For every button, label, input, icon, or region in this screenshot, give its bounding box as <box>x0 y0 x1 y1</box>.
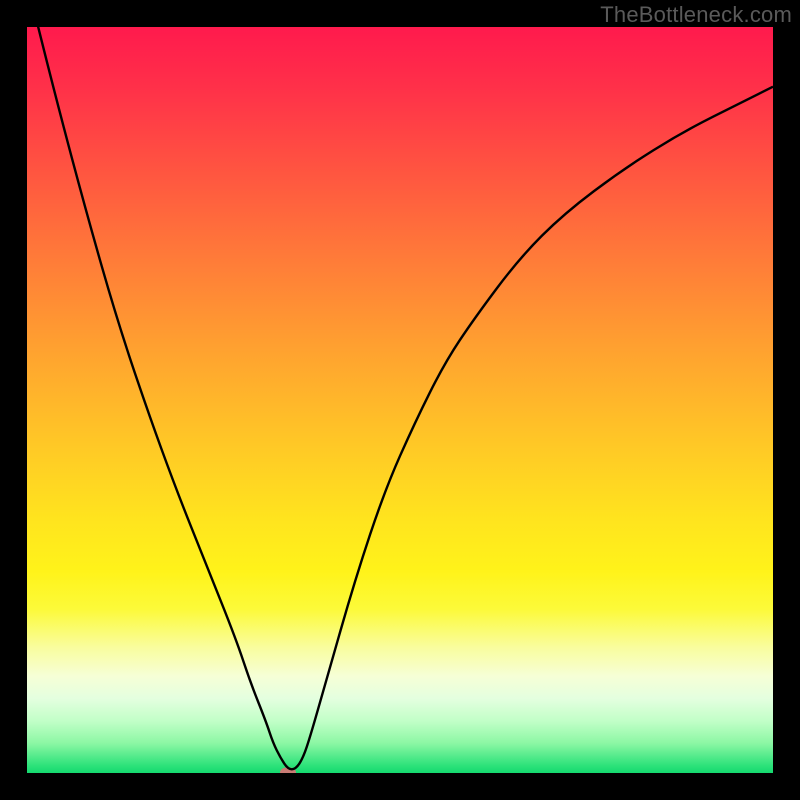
bottleneck-curve <box>27 27 773 773</box>
plot-area <box>27 27 773 773</box>
watermark-text: TheBottleneck.com <box>600 2 792 28</box>
curve-path <box>27 27 773 769</box>
chart-frame: TheBottleneck.com <box>0 0 800 800</box>
